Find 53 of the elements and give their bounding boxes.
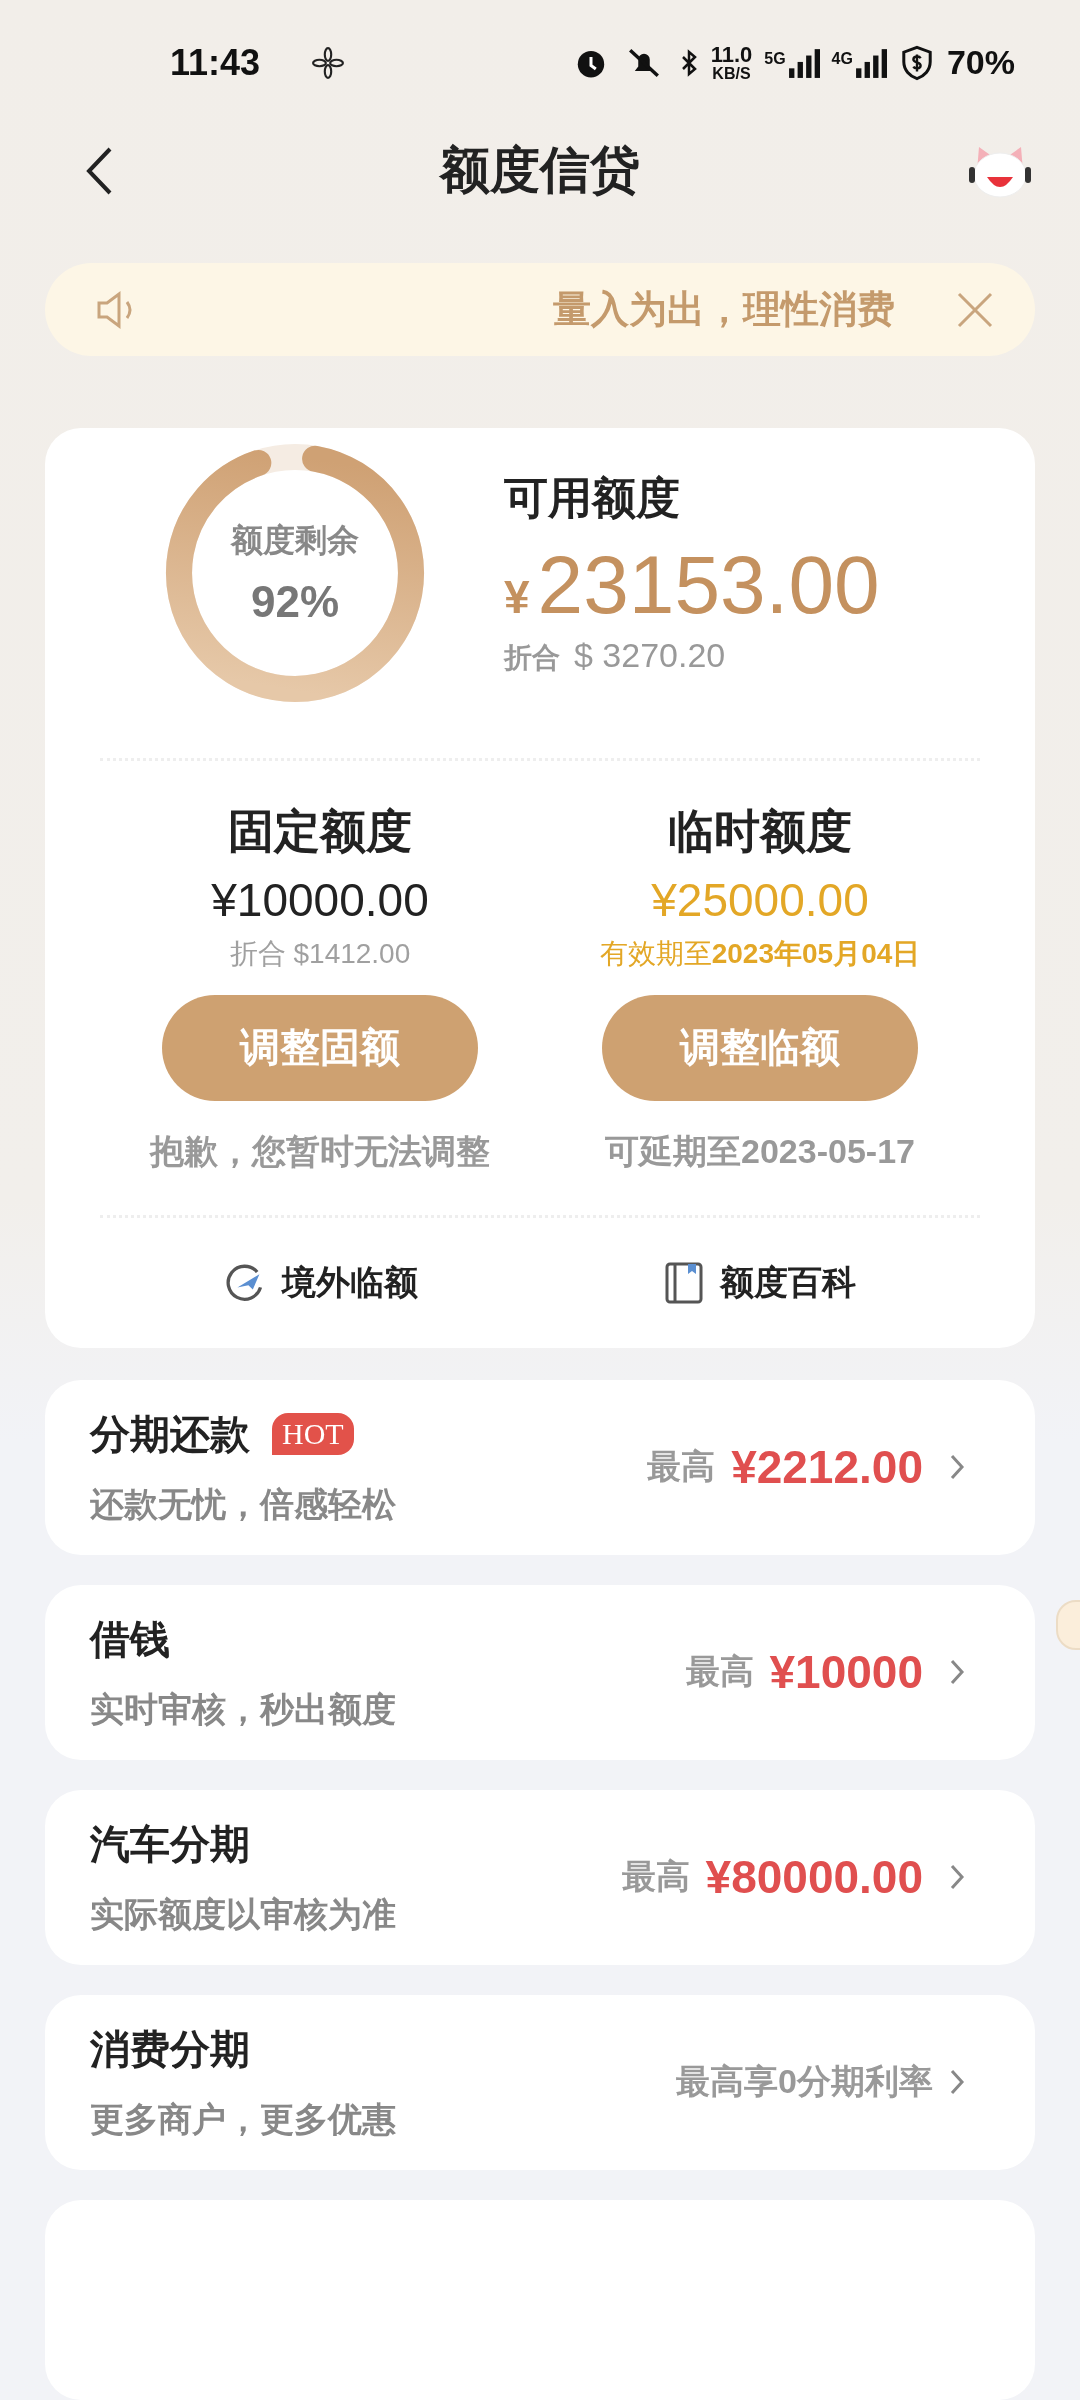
- product-subtitle: 更多商户，更多优惠: [90, 2099, 396, 2140]
- product-title: 汽车分期: [90, 1820, 250, 1868]
- product-card[interactable]: 消费分期 更多商户，更多优惠 最高享0分期利率: [45, 1994, 1035, 2170]
- page-title: 额度信贷: [440, 141, 640, 201]
- quota-note: 折合 $1412.00: [229, 936, 411, 971]
- speed-unit: KB/S: [712, 65, 751, 82]
- quota-amount: ¥25000.00: [651, 872, 869, 927]
- battery-level: 70%: [946, 43, 1015, 83]
- hot-badge: HOT: [272, 1413, 354, 1456]
- max-amount: ¥80000.00: [705, 1850, 923, 1905]
- product-card[interactable]: 汽车分期 实际额度以审核为准 最高 ¥80000.00: [45, 1789, 1035, 1965]
- signal-icon: [787, 46, 820, 79]
- status-time: 11:43: [170, 41, 261, 84]
- network-label: 5G: [764, 50, 786, 68]
- product-title: 分期还款: [90, 1410, 250, 1458]
- converted-amount: $ 3270.20: [574, 635, 726, 675]
- amount-prefix: 最高: [685, 1651, 754, 1693]
- available-title: 可用额度: [504, 471, 681, 524]
- quota-note: 有效期至2023年05月04日: [599, 936, 921, 971]
- quota-title: 固定额度: [228, 803, 412, 859]
- link-label[interactable]: 境外临额: [282, 1259, 418, 1306]
- product-subtitle: 还款无忧，倍感轻松: [90, 1483, 396, 1525]
- product-card[interactable]: 分期还款 HOT 还款无忧，倍感轻松 最高 ¥2212.00: [45, 1379, 1035, 1555]
- converted-label: 折合: [504, 640, 560, 675]
- quota-hint: 抱歉，您暂时无法调整: [150, 1130, 490, 1172]
- product-title: 借钱: [90, 1615, 170, 1663]
- quota-hint: 可延期至2023-05-17: [605, 1130, 915, 1172]
- network-label: 4G: [831, 50, 853, 68]
- product-subtitle: 实际额度以审核为准: [90, 1893, 396, 1935]
- book-icon[interactable]: [664, 1260, 704, 1305]
- chevron-right-icon: [949, 1658, 965, 1687]
- amount-prefix: 最高享0分期利率: [676, 2061, 933, 2103]
- flower-icon: [312, 46, 345, 79]
- ring-label: 额度剩余: [231, 520, 359, 560]
- quota-title: 临时额度: [668, 803, 852, 859]
- quota-amount: ¥10000.00: [211, 872, 429, 927]
- amount-prefix: 最高: [621, 1856, 690, 1898]
- notice-text: 量入为出，理性消费: [552, 287, 895, 333]
- max-amount: ¥10000: [769, 1645, 923, 1700]
- network-speed: 11.0: [710, 43, 753, 66]
- ring-percent: 92%: [250, 576, 340, 627]
- chevron-right-icon: [949, 1863, 965, 1892]
- max-amount: ¥2212.00: [731, 1440, 923, 1495]
- chevron-right-icon: [949, 1453, 965, 1482]
- chevron-right-icon: [949, 2068, 965, 2097]
- currency-sign: ¥: [504, 569, 530, 624]
- available-amount: 23153.00: [537, 537, 880, 632]
- product-subtitle: 实时审核，秒出额度: [90, 1688, 396, 1730]
- signal-icon: [854, 46, 887, 79]
- link-label[interactable]: 额度百科: [720, 1259, 856, 1306]
- product-title: 消费分期: [90, 2026, 250, 2073]
- amount-prefix: 最高: [647, 1446, 716, 1488]
- product-card[interactable]: 借钱 实时审核，秒出额度 最高 ¥10000: [45, 1584, 1035, 1760]
